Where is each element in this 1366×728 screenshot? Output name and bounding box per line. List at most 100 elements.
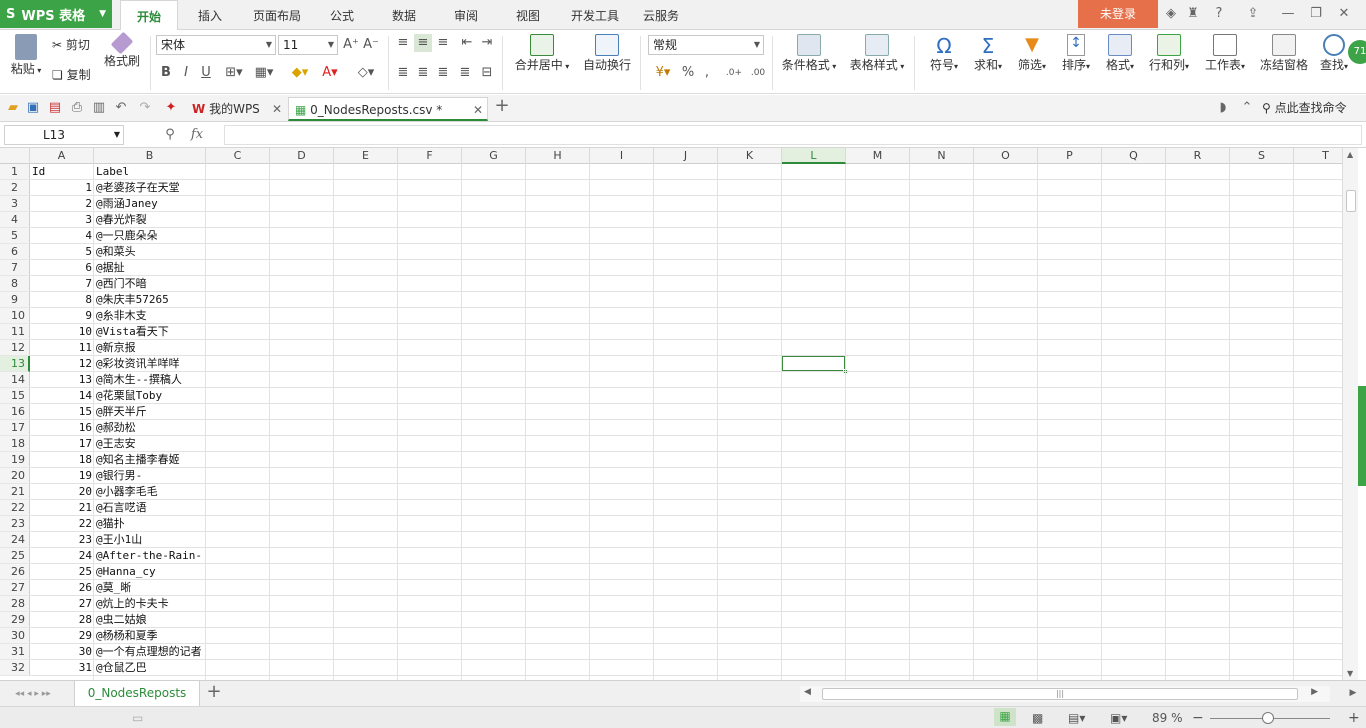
column-header-D[interactable]: D <box>270 148 334 164</box>
column-header-J[interactable]: J <box>654 148 718 164</box>
cell-label[interactable]: @彩妆资讯羊咩咩 <box>94 356 266 372</box>
worksheet-button[interactable]: 工作表▾ <box>1200 34 1250 73</box>
column-header-A[interactable]: A <box>30 148 94 164</box>
close-tab-icon[interactable]: ✕ <box>272 97 282 121</box>
cell-label[interactable]: @Vista看天下 <box>94 324 266 340</box>
row-header-3[interactable]: 3 <box>0 196 30 212</box>
column-header-T[interactable]: T <box>1294 148 1342 164</box>
percent-icon[interactable]: % <box>680 64 696 82</box>
cell-id[interactable]: 6 <box>30 260 94 276</box>
filter-button[interactable]: ▼ 筛选▾ <box>1012 34 1052 73</box>
cell-label[interactable]: @雨涵Janey <box>94 196 266 212</box>
pdf-icon[interactable]: ▤ <box>48 99 62 117</box>
name-box[interactable]: L13 ▼ <box>4 125 124 145</box>
cell-label[interactable]: @糸非木支 <box>94 308 266 324</box>
row-header-21[interactable]: 21 <box>0 484 30 500</box>
cell-label[interactable]: @石言呓语 <box>94 500 266 516</box>
column-header-G[interactable]: G <box>462 148 526 164</box>
row-header-14[interactable]: 14 <box>0 372 30 388</box>
row-header-1[interactable]: 1 <box>0 164 30 180</box>
justify-icon[interactable]: ≣ <box>456 64 474 82</box>
add-sheet-icon[interactable]: + <box>206 683 222 701</box>
align-right-icon[interactable]: ≣ <box>434 64 452 82</box>
font-size-select[interactable]: 11 ▼ <box>278 35 338 55</box>
formula-input[interactable] <box>224 125 1362 145</box>
column-header-R[interactable]: R <box>1166 148 1230 164</box>
selected-cell[interactable] <box>781 355 848 374</box>
cell-id[interactable]: 9 <box>30 308 94 324</box>
cut-button[interactable]: ✂ 剪切 <box>52 36 100 53</box>
row-header-24[interactable]: 24 <box>0 532 30 548</box>
tab-ribbon-2[interactable]: 页面布局 <box>248 0 306 30</box>
align-middle-icon[interactable]: ≡ <box>414 34 432 52</box>
cell-label[interactable]: @Hanna_cy <box>94 564 266 580</box>
cell-id[interactable]: 12 <box>30 356 94 372</box>
row-header-10[interactable]: 10 <box>0 308 30 324</box>
align-bottom-icon[interactable]: ≡ <box>434 34 452 52</box>
font-grow-icon[interactable]: A⁺ <box>342 36 360 54</box>
cell-label[interactable]: @莫_晰 <box>94 580 266 596</box>
cell-id[interactable]: 28 <box>30 612 94 628</box>
redo-icon[interactable]: ↷ <box>138 99 152 117</box>
scroll-down-icon[interactable]: ▼ <box>1347 669 1353 678</box>
row-header-20[interactable]: 20 <box>0 468 30 484</box>
column-header-C[interactable]: C <box>206 148 270 164</box>
zoom-out-icon[interactable]: − <box>1192 710 1204 726</box>
tab-ribbon-0[interactable]: 开始 <box>120 0 178 31</box>
cell-label[interactable]: @王志安 <box>94 436 266 452</box>
page-break-view-icon[interactable]: ▩ <box>1032 710 1043 726</box>
cell-label[interactable]: @西门不暗 <box>94 276 266 292</box>
cell-id[interactable]: 16 <box>30 420 94 436</box>
help-icon[interactable]: ? <box>1210 5 1228 23</box>
cell-label[interactable]: @猫扑 <box>94 516 266 532</box>
save-icon[interactable]: ▣ <box>26 99 40 117</box>
column-header-B[interactable]: B <box>94 148 206 164</box>
cell-id[interactable]: 17 <box>30 436 94 452</box>
row-header-26[interactable]: 26 <box>0 564 30 580</box>
scroll-up-icon[interactable]: ▲ <box>1347 150 1353 159</box>
row-header-29[interactable]: 29 <box>0 612 30 628</box>
sheet-nav-icon[interactable]: ◂◂ ◂ ▸ ▸▸ <box>8 685 58 703</box>
row-header-30[interactable]: 30 <box>0 628 30 644</box>
conditional-format-button[interactable]: 条件格式 ▾ <box>778 34 840 73</box>
more-tools-icon[interactable]: ✦ <box>164 99 178 117</box>
tab-ribbon-7[interactable]: 开发工具 <box>566 0 624 30</box>
font-name-select[interactable]: 宋体 ▼ <box>156 35 276 55</box>
fx-icon[interactable]: fx <box>186 126 208 144</box>
cell-id[interactable]: 3 <box>30 212 94 228</box>
fill-pattern-icon[interactable]: ▦▾ <box>252 64 276 82</box>
cell-id[interactable]: 21 <box>30 500 94 516</box>
thousands-icon[interactable]: , <box>700 64 714 82</box>
cell-id[interactable]: 15 <box>30 404 94 420</box>
cell-id[interactable]: 4 <box>30 228 94 244</box>
merge-center-button[interactable]: 合并居中 ▾ <box>510 34 574 73</box>
page-layout-view-icon[interactable]: ▤▾ <box>1068 710 1085 726</box>
tab-my-wps[interactable]: W 我的WPS ✕ <box>186 97 286 121</box>
align-top-icon[interactable]: ≡ <box>394 34 412 52</box>
row-header-5[interactable]: 5 <box>0 228 30 244</box>
row-header-22[interactable]: 22 <box>0 500 30 516</box>
cell-id[interactable]: 18 <box>30 452 94 468</box>
format-button[interactable]: 格式▾ <box>1100 34 1140 73</box>
scroll-right-end-icon[interactable]: ▶ <box>1346 684 1360 702</box>
print-preview-icon[interactable]: ▥ <box>92 99 106 117</box>
restore-window-icon[interactable]: ⇪ <box>1244 5 1262 23</box>
cell-label[interactable]: @王小1山 <box>94 532 266 548</box>
cell-label[interactable]: @仓鼠乙巴 <box>94 660 266 676</box>
cell-id[interactable]: 30 <box>30 644 94 660</box>
maximize-icon[interactable]: ❐ <box>1308 5 1324 23</box>
cell-label[interactable]: @春光炸裂 <box>94 212 266 228</box>
row-col-button[interactable]: 行和列▾ <box>1144 34 1194 73</box>
shirt-icon[interactable]: ♜ <box>1184 5 1202 23</box>
currency-icon[interactable]: ¥▾ <box>650 64 676 82</box>
cell-label[interactable]: @老婆孩子在天堂 <box>94 180 266 196</box>
header-cell-label[interactable]: Label <box>94 164 266 180</box>
column-header-E[interactable]: E <box>334 148 398 164</box>
cell-label[interactable]: @一个有点理想的记者 <box>94 644 266 660</box>
align-left-icon[interactable]: ≣ <box>394 64 412 82</box>
zoom-formula-icon[interactable]: ⚲ <box>162 126 178 144</box>
skin-icon[interactable]: ◈ <box>1164 5 1178 23</box>
cell-label[interactable]: @杨杨和夏季 <box>94 628 266 644</box>
print-icon[interactable]: ⎙ <box>70 99 84 117</box>
indent-decrease-icon[interactable]: ⇤ <box>458 34 476 52</box>
